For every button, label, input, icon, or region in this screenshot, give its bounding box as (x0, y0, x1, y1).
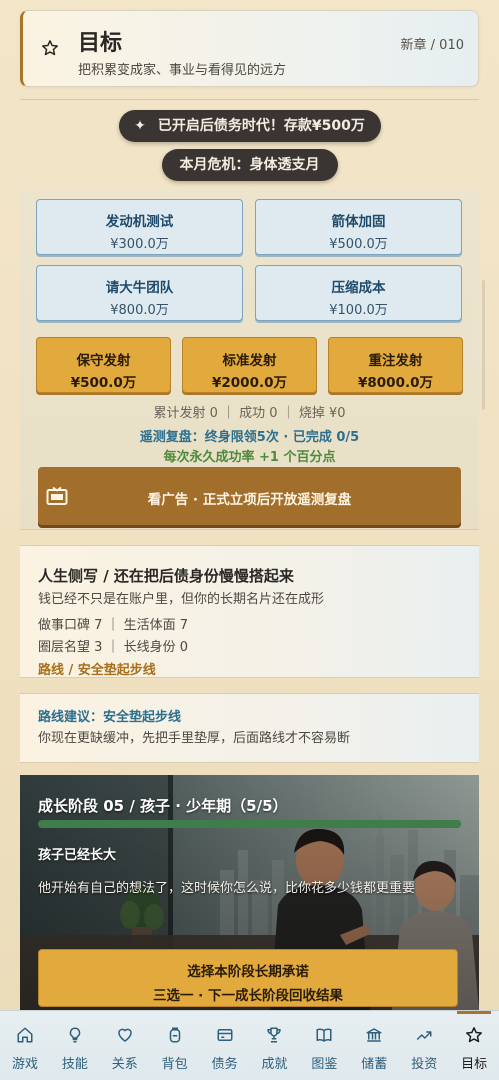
option-label: 发动机测试 (105, 214, 174, 230)
option-cost: ¥100.0万 (329, 303, 388, 318)
bulb-icon (69, 1027, 81, 1043)
nav-tab-skills[interactable]: 技能 (50, 1011, 100, 1080)
commitment-sublabel: 三选一 · 下一成长阶段回收结果 (152, 988, 344, 1004)
launch-stats: 累计发射 0 ｜ 成功 0 ｜ 烧掉 ¥0 (153, 406, 346, 421)
launch-label: 重注发射 (368, 353, 423, 369)
launch-cost: ¥500.0万 (70, 375, 137, 391)
nav-label: 成就 (261, 1057, 288, 1072)
debt-era-pill: ✦ 已开启后债务时代！存款¥500万 (118, 110, 381, 142)
success-rate-bonus: 每次永久成功率 +1 个百分点 (163, 450, 336, 465)
hire-expert-team-button[interactable]: 请大牛团队 ¥800.0万 (36, 265, 243, 321)
life-route: 路线 / 安全垫起步线 (38, 663, 156, 678)
growth-progress-bar (38, 820, 461, 828)
nav-label: 债务 (211, 1057, 238, 1072)
divider (20, 99, 479, 100)
heart-icon (118, 1028, 132, 1042)
hull-reinforce-button[interactable]: 箭体加固 ¥500.0万 (255, 199, 462, 255)
scrollbar[interactable] (482, 280, 485, 410)
nav-tab-codex[interactable]: 图鉴 (299, 1011, 349, 1080)
growth-event-desc: 他开始有自己的想法了，这时候你怎么说，比你花多少钱都更重要 (38, 881, 416, 896)
chapter-indicator: 新章 / 010 (400, 38, 464, 53)
launch-cost: ¥8000.0万 (358, 375, 433, 391)
nav-tab-achievements[interactable]: 成就 (250, 1011, 300, 1080)
nav-tab-goals[interactable]: 目标 (449, 1011, 499, 1080)
engine-test-button[interactable]: 发动机测试 ¥300.0万 (36, 199, 243, 255)
nav-label: 投资 (411, 1057, 438, 1072)
choose-commitment-button[interactable]: 选择本阶段长期承诺 三选一 · 下一成长阶段回收结果 (38, 949, 458, 1007)
launch-cost: ¥2000.0万 (212, 375, 287, 391)
life-stats-row: 做事口碑 7 ｜ 生活体面 7 (38, 618, 189, 633)
card-icon (217, 1029, 233, 1041)
page-title: 目标 (78, 31, 123, 56)
nav-label: 技能 (61, 1057, 88, 1072)
nav-label: 关系 (111, 1057, 138, 1072)
route-advice-card: 路线建议：安全垫起步线 你现在更缺缓冲，先把手里垫厚，后面路线才不容易断 (20, 693, 479, 763)
trophy-icon (267, 1027, 282, 1043)
telemetry-replay-status: 遥测复盘：终身限领5次 · 已完成 0/5 (139, 430, 360, 445)
book-icon (316, 1028, 332, 1042)
bottom-nav: 游戏 技能 关系 背包 债务 成就 图鉴 储蓄 投资 目标 (0, 1010, 499, 1080)
goal-header-card: 目标 把积累变成家、事业与看得见的远方 新章 / 010 (20, 10, 479, 87)
nav-label: 目标 (461, 1057, 488, 1072)
route-advice-title: 路线建议：安全垫起步线 (38, 710, 182, 725)
watch-ad-label: 看广告 · 正式立项后开放遥测复盘 (147, 492, 352, 508)
nav-tab-backpack[interactable]: 背包 (150, 1011, 200, 1080)
life-profile-desc: 钱已经不只是在账户里，但你的长期名片还在成形 (38, 592, 325, 607)
launch-label: 保守发射 (76, 353, 131, 369)
bank-icon (366, 1028, 382, 1042)
life-profile-title: 人生侧写 / 还在把后债身份慢慢搭起来 (38, 567, 294, 585)
sparkle-icon: ✦ (134, 118, 146, 134)
option-label: 请大牛团队 (105, 280, 174, 296)
backpack-icon (169, 1027, 180, 1043)
growth-progress-fill (38, 820, 461, 828)
nav-tab-relations[interactable]: 关系 (100, 1011, 150, 1080)
nav-tab-game[interactable]: 游戏 (0, 1011, 50, 1080)
trend-icon (416, 1031, 432, 1041)
nav-tab-savings[interactable]: 储蓄 (349, 1011, 399, 1080)
option-label: 压缩成本 (331, 280, 386, 296)
conservative-launch-button[interactable]: 保守发射 ¥500.0万 (36, 337, 171, 393)
launch-label: 标准发射 (222, 353, 277, 369)
growth-event-title: 孩子已经长大 (38, 848, 117, 863)
growth-stage-card: 成长阶段 05 / 孩子 · 少年期（5/5） 孩子已经长大 他开始有自己的想法… (20, 775, 479, 1010)
crisis-pill: 本月危机：身体透支月 (161, 149, 338, 181)
home-icon (17, 1027, 33, 1043)
route-advice-desc: 你现在更缺缓冲，先把手里垫厚，后面路线才不容易断 (38, 731, 351, 746)
star-icon (466, 1027, 483, 1043)
life-profile-card: 人生侧写 / 还在把后债身份慢慢搭起来 钱已经不只是在账户里，但你的长期名片还在… (20, 545, 479, 678)
nav-label: 背包 (161, 1057, 188, 1072)
heavy-bet-launch-button[interactable]: 重注发射 ¥8000.0万 (328, 337, 463, 393)
page-subtitle: 把积累变成家、事业与看得见的远方 (78, 63, 287, 78)
watch-ad-button[interactable]: 看广告 · 正式立项后开放遥测复盘 (38, 467, 461, 525)
option-label: 箭体加固 (331, 214, 386, 230)
option-cost: ¥800.0万 (110, 303, 169, 318)
growth-stage-title: 成长阶段 05 / 孩子 · 少年期（5/5） (38, 797, 288, 815)
star-icon (42, 40, 58, 56)
goals-page: 目标 把积累变成家、事业与看得见的远方 新章 / 010 ✦ 已开启后债务时代！存… (0, 0, 499, 1080)
option-cost: ¥300.0万 (110, 237, 169, 252)
nav-tab-debt[interactable]: 债务 (200, 1011, 250, 1080)
cut-cost-button[interactable]: 压缩成本 ¥100.0万 (255, 265, 462, 321)
debt-era-text: 已开启后债务时代！存款¥500万 (157, 118, 365, 134)
standard-launch-button[interactable]: 标准发射 ¥2000.0万 (182, 337, 317, 393)
nav-label: 储蓄 (361, 1057, 388, 1072)
option-cost: ¥500.0万 (329, 237, 388, 252)
nav-tab-invest[interactable]: 投资 (399, 1011, 449, 1080)
nav-label: 图鉴 (311, 1057, 338, 1072)
life-stats-row: 圈层名望 3 ｜ 长线身份 0 (38, 640, 189, 655)
commitment-label: 选择本阶段长期承诺 (187, 964, 309, 980)
nav-label: 游戏 (11, 1057, 38, 1072)
